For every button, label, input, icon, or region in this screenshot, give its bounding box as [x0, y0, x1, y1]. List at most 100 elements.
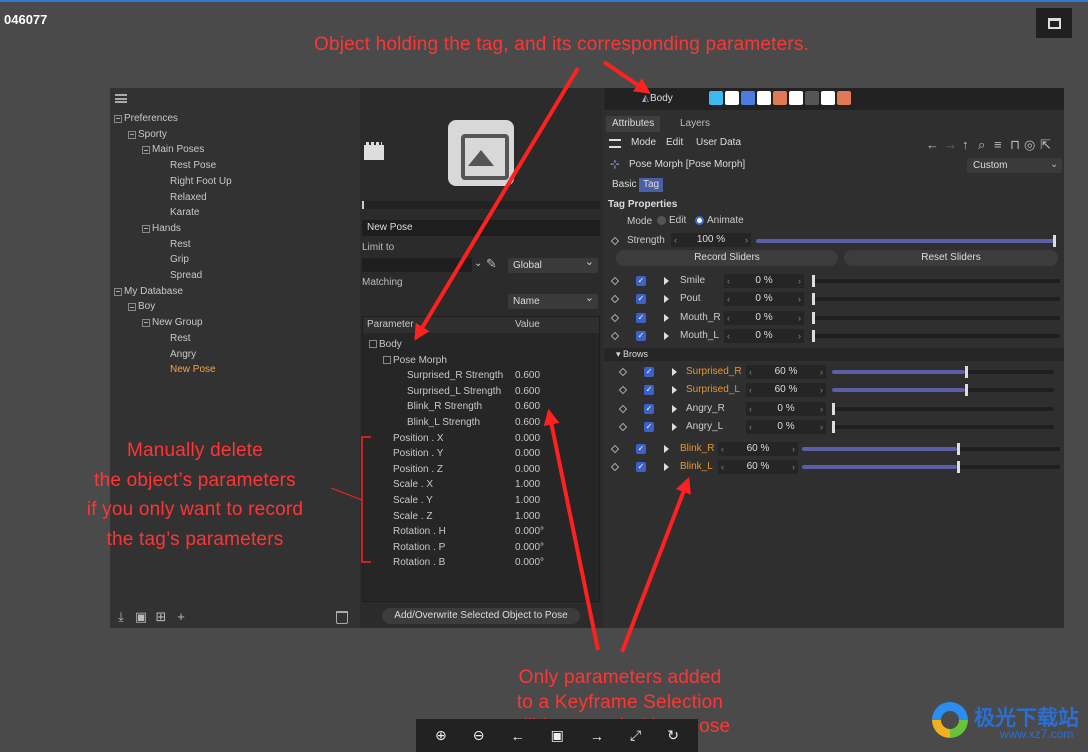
slider-track[interactable]: [812, 311, 1060, 324]
slider-track[interactable]: [812, 293, 1060, 306]
collapse-icon[interactable]: [128, 130, 136, 139]
slider-handle[interactable]: [812, 311, 815, 324]
increment-icon[interactable]: ›: [798, 292, 801, 306]
zoom-out-icon[interactable]: ⊖: [473, 727, 485, 744]
menu-icon[interactable]: [609, 139, 621, 148]
reset-sliders-button[interactable]: Reset Sliders: [844, 250, 1058, 266]
limit-to-field[interactable]: [362, 258, 472, 272]
strength-input[interactable]: ‹ 100 % ›: [671, 233, 751, 247]
parameter-name[interactable]: Position . Z: [393, 464, 443, 475]
add-group-icon[interactable]: ⊞: [154, 610, 168, 624]
tree-item[interactable]: My Database: [114, 284, 183, 300]
collapse-icon[interactable]: [383, 355, 391, 364]
new-window-icon[interactable]: ⇱: [1040, 137, 1051, 153]
slider-enable-checkbox[interactable]: ✓: [644, 421, 654, 432]
collapse-icon[interactable]: [128, 303, 136, 312]
rotate-icon[interactable]: ↻: [667, 727, 679, 744]
slider-handle[interactable]: [812, 329, 815, 342]
slider-track[interactable]: [832, 384, 1054, 397]
play-icon[interactable]: [672, 422, 677, 431]
decrement-icon[interactable]: ‹: [727, 292, 730, 306]
keyframe-diamond-icon[interactable]: [610, 276, 620, 286]
clapper-icon[interactable]: [364, 142, 384, 160]
slider-track[interactable]: [802, 461, 1060, 474]
slider-value-input[interactable]: ‹ 0 % ›: [724, 292, 804, 307]
decrement-icon[interactable]: ‹: [727, 311, 730, 325]
slider-track[interactable]: [812, 329, 1060, 342]
custom-dropdown[interactable]: Custom: [967, 158, 1062, 173]
tab-basic[interactable]: Basic: [608, 178, 640, 192]
tag-icon[interactable]: [725, 91, 739, 105]
tag-icon[interactable]: [709, 91, 723, 105]
tree-item[interactable]: Rest Pose: [170, 158, 216, 174]
tree-item[interactable]: Spread: [170, 268, 202, 284]
tree-item[interactable]: Right Foot Up: [170, 174, 232, 190]
record-sliders-button[interactable]: Record Sliders: [616, 250, 838, 266]
slider-value-input[interactable]: ‹ 0 % ›: [724, 310, 804, 325]
parameter-name[interactable]: Rotation . B: [393, 557, 445, 568]
maximize-button[interactable]: [1036, 8, 1072, 38]
tab-layers[interactable]: Layers: [674, 116, 716, 132]
collapse-icon[interactable]: [142, 318, 150, 327]
tag-icon[interactable]: [837, 91, 851, 105]
tree-item[interactable]: New Group: [142, 315, 203, 331]
chevron-down-icon[interactable]: ⌄: [474, 258, 482, 269]
keyframe-diamond-icon[interactable]: [610, 444, 620, 454]
keyframe-diamond-icon[interactable]: [618, 386, 628, 395]
increment-icon[interactable]: ›: [792, 442, 795, 456]
tag-icon[interactable]: [789, 91, 803, 105]
chevron-down-icon[interactable]: ⌄: [1050, 159, 1058, 170]
blend-slider[interactable]: [362, 201, 600, 209]
zoom-in-icon[interactable]: ⊕: [435, 727, 447, 744]
parameter-name[interactable]: Scale . X: [393, 479, 433, 490]
tree-item[interactable]: Sporty: [128, 127, 167, 143]
increment-icon[interactable]: ›: [798, 311, 801, 325]
increment-icon[interactable]: ›: [820, 365, 823, 379]
mode-animate-radio[interactable]: Animate: [695, 215, 744, 226]
slider-handle[interactable]: [956, 461, 960, 474]
slider-enable-checkbox[interactable]: ✓: [636, 330, 646, 341]
play-icon[interactable]: [664, 463, 669, 472]
collapse-icon[interactable]: [114, 287, 122, 296]
slider-handle[interactable]: [832, 420, 835, 433]
menu-user-data[interactable]: User Data: [696, 137, 741, 148]
slider-handle[interactable]: [965, 384, 969, 397]
pose-name-field[interactable]: New Pose: [362, 220, 600, 236]
increment-icon[interactable]: ›: [798, 329, 801, 343]
forward-icon[interactable]: →: [944, 137, 957, 152]
decrement-icon[interactable]: ‹: [727, 329, 730, 343]
parameter-name[interactable]: Scale . Y: [393, 495, 433, 506]
tag-icon[interactable]: [773, 91, 787, 105]
slider-track[interactable]: [832, 366, 1054, 378]
keyframe-diamond-icon[interactable]: [610, 313, 620, 322]
slider-enable-checkbox[interactable]: ✓: [644, 403, 654, 414]
tree-item[interactable]: Grip: [170, 252, 189, 268]
add-overwrite-button[interactable]: Add/Overwrite Selected Object to Pose: [382, 608, 580, 624]
increment-icon[interactable]: ›: [820, 402, 823, 416]
decrement-icon[interactable]: ‹: [749, 402, 752, 416]
next-icon[interactable]: →: [590, 728, 604, 744]
brows-group-header[interactable]: ▾ Brows: [604, 348, 1064, 361]
parameter-name[interactable]: Blink_L Strength: [407, 417, 480, 428]
slider-handle[interactable]: [812, 293, 815, 306]
tag-icon[interactable]: [805, 91, 819, 105]
slider-value-input[interactable]: ‹ 60 % ›: [746, 383, 826, 398]
strength-handle[interactable]: [1053, 235, 1056, 247]
parameter-name[interactable]: Body: [379, 339, 402, 350]
add-icon[interactable]: +: [174, 610, 188, 624]
picker-icon[interactable]: ✎: [486, 256, 497, 272]
menu-mode[interactable]: Mode: [631, 137, 656, 148]
tree-item[interactable]: Rest: [170, 331, 191, 347]
slider-handle[interactable]: [832, 402, 835, 415]
slider-enable-checkbox[interactable]: ✓: [636, 312, 646, 323]
increment-icon[interactable]: ›: [798, 274, 801, 288]
decrement-icon[interactable]: ‹: [727, 274, 730, 288]
tree-item[interactable]: Angry: [170, 347, 196, 363]
parameter-name[interactable]: Scale . Z: [393, 511, 432, 522]
tab-attributes[interactable]: Attributes: [606, 116, 661, 132]
lock-icon[interactable]: ⊓: [1010, 137, 1020, 153]
tag-icon[interactable]: [741, 91, 755, 105]
filter-icon[interactable]: ≡: [994, 137, 1002, 152]
slider-handle[interactable]: [956, 443, 960, 455]
keyframe-diamond-icon[interactable]: [610, 331, 620, 341]
